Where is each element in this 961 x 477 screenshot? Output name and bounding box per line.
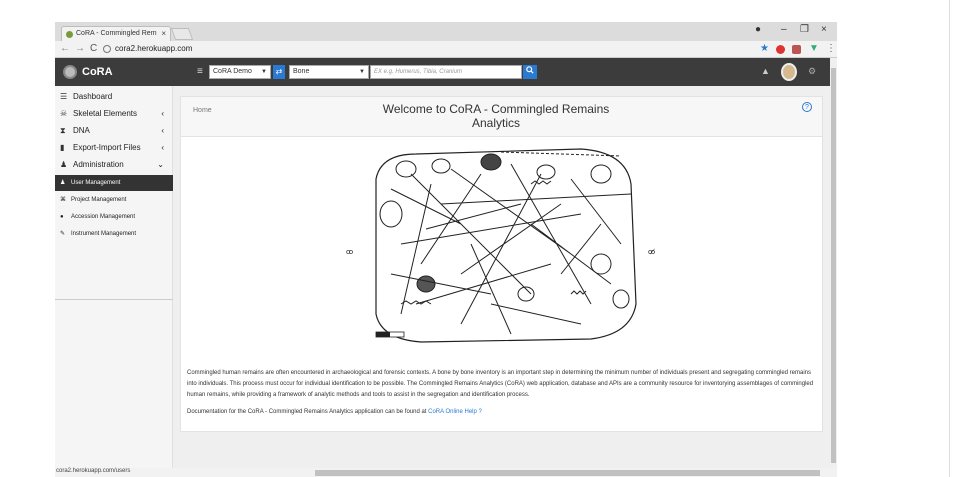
sitemap-icon: ⌘: [60, 197, 66, 203]
sidebar-item-administration[interactable]: ♟ Administration ⌄: [55, 156, 173, 173]
sidebar-item-user-management[interactable]: ♟ User Management: [55, 175, 173, 191]
sidebar-item-label: Dashboard: [73, 92, 113, 101]
sidebar-item-label: Export-Import Files: [73, 143, 141, 152]
users-icon: ♟: [60, 180, 66, 186]
sidebar-item-dna[interactable]: ⧗ DNA ‹: [55, 122, 173, 139]
vertical-scrollbar[interactable]: [830, 58, 837, 468]
file-icon: ▮: [60, 143, 65, 152]
sidebar-item-label: Accession Management: [71, 214, 136, 220]
skull-icon: ☠: [60, 109, 68, 118]
info-icon[interactable]: [103, 45, 111, 53]
chevron-left-icon: ‹: [161, 143, 164, 152]
forward-button[interactable]: →: [75, 43, 85, 54]
commingled-remains-figure: ꝏ ꝏ̸: [346, 148, 655, 343]
sidebar-item-label: DNA: [73, 126, 90, 135]
sidebar-item-label: Skeletal Elements: [73, 109, 138, 118]
sidebar-item-label: Instrument Management: [71, 231, 137, 237]
scrollbar-thumb[interactable]: [831, 68, 836, 463]
vpn-extension-icon[interactable]: ▼: [809, 43, 819, 54]
favicon-icon: [66, 31, 73, 38]
sidebar-item-accession-management[interactable]: ● Accession Management: [55, 209, 173, 225]
search-input[interactable]: EX e.g. Humerus, Tibia, Cranium: [370, 65, 522, 79]
sidebar-item-export-import[interactable]: ▮ Export-Import Files ‹: [55, 139, 173, 156]
sidebar-item-instrument-management[interactable]: ✎ Instrument Management: [55, 226, 173, 242]
sidebar-item-label: Administration: [73, 160, 124, 169]
back-button[interactable]: ←: [60, 43, 70, 54]
tab-bar: CoRA - Commingled Rem × ● – ❐ ×: [55, 22, 837, 41]
notification-bell-icon[interactable]: ▲: [761, 66, 770, 76]
sidebar-item-dashboard[interactable]: ☰ Dashboard: [55, 88, 173, 105]
type-select[interactable]: Bone ▼: [289, 65, 369, 79]
main-content: Home Welcome to CoRA - Commingled Remain…: [173, 86, 830, 468]
figure-mark-right: ꝏ̸: [648, 248, 655, 256]
breadcrumb-home[interactable]: Home: [193, 107, 212, 114]
close-window-button[interactable]: ×: [821, 24, 827, 35]
sidebar-item-skeletal-elements[interactable]: ☠ Skeletal Elements ‹: [55, 105, 173, 122]
brand-name[interactable]: CoRA: [82, 66, 113, 78]
settings-icon[interactable]: ⚙: [808, 66, 816, 77]
welcome-panel: Home Welcome to CoRA - Commingled Remain…: [180, 96, 823, 432]
app-header: CoRA ≡ CoRA Demo ▼ ⇄ Bone ▼ EX e.g. Hume…: [55, 58, 830, 86]
help-icon[interactable]: ?: [479, 409, 482, 415]
minimize-button[interactable]: –: [781, 24, 787, 35]
page-title: Welcome to CoRA - Commingled Remains Ana…: [382, 102, 610, 130]
user-avatar[interactable]: [781, 63, 797, 81]
info-circle-icon: ●: [60, 214, 64, 220]
restore-button[interactable]: ❐: [800, 24, 809, 35]
sidebar-divider: [55, 299, 173, 300]
hourglass-icon: ⧗: [60, 126, 66, 135]
figure-mark-left: ꝏ: [346, 248, 353, 256]
page-divider: [949, 0, 950, 477]
url-field[interactable]: cora2.herokuapp.com: [103, 43, 763, 55]
chevron-down-icon: ▼: [359, 69, 365, 75]
search-icon: [526, 66, 534, 74]
browser-window: CoRA - Commingled Rem × ● – ❐ × ← → C co…: [55, 22, 837, 477]
cora-logo-icon[interactable]: [63, 65, 77, 79]
address-bar: ← → C cora2.herokuapp.com ★ ▼ ⋮: [55, 41, 837, 58]
chevron-left-icon: ‹: [161, 109, 164, 118]
sidebar-item-label: User Management: [71, 180, 121, 186]
users-icon: ♟: [60, 160, 68, 169]
sidebar: ☰ Dashboard ☠ Skeletal Elements ‹ ⧗ DNA …: [55, 86, 173, 468]
pencil-icon: ✎: [60, 231, 66, 237]
tab-title: CoRA - Commingled Rem: [76, 30, 157, 37]
browser-tab[interactable]: CoRA - Commingled Rem ×: [61, 26, 171, 41]
extension-icon[interactable]: [792, 45, 801, 54]
url-text: cora2.herokuapp.com: [115, 44, 193, 53]
tab-close-icon[interactable]: ×: [161, 29, 166, 38]
adblock-extension-icon[interactable]: [776, 45, 785, 54]
reload-button[interactable]: C: [90, 43, 97, 54]
dashboard-icon: ☰: [60, 92, 68, 101]
help-icon[interactable]: ?: [802, 102, 812, 112]
sidebar-item-project-management[interactable]: ⌘ Project Management: [55, 192, 173, 208]
search-button[interactable]: [523, 65, 537, 79]
swap-button[interactable]: ⇄: [273, 65, 285, 79]
bookmark-star-icon[interactable]: ★: [760, 43, 769, 54]
horizontal-scrollbar[interactable]: [315, 470, 820, 476]
chevron-down-icon: ▼: [261, 69, 267, 75]
status-bar: cora2.herokuapp.com/users: [55, 468, 837, 477]
online-help-link[interactable]: CoRA Online Help: [428, 409, 477, 415]
chevron-down-icon: ⌄: [157, 160, 164, 169]
sidebar-item-label: Project Management: [71, 197, 127, 203]
new-tab-button[interactable]: [170, 28, 194, 40]
type-select-value: Bone: [293, 68, 310, 75]
profile-icon[interactable]: ●: [755, 24, 761, 35]
documentation-paragraph: Documentation for the CoRA - Commingled …: [187, 409, 819, 415]
browser-menu-icon[interactable]: ⋮: [826, 43, 836, 54]
status-url: cora2.herokuapp.com/users: [56, 468, 131, 474]
chevron-left-icon: ‹: [161, 126, 164, 135]
project-select[interactable]: CoRA Demo ▼: [209, 65, 271, 79]
menu-icon[interactable]: ≡: [197, 66, 203, 77]
documentation-text: Documentation for the CoRA - Commingled …: [187, 409, 429, 415]
project-select-value: CoRA Demo: [213, 68, 252, 75]
intro-paragraph: Commingled human remains are often encou…: [187, 370, 814, 398]
panel-header: Home Welcome to CoRA - Commingled Remain…: [181, 97, 822, 137]
